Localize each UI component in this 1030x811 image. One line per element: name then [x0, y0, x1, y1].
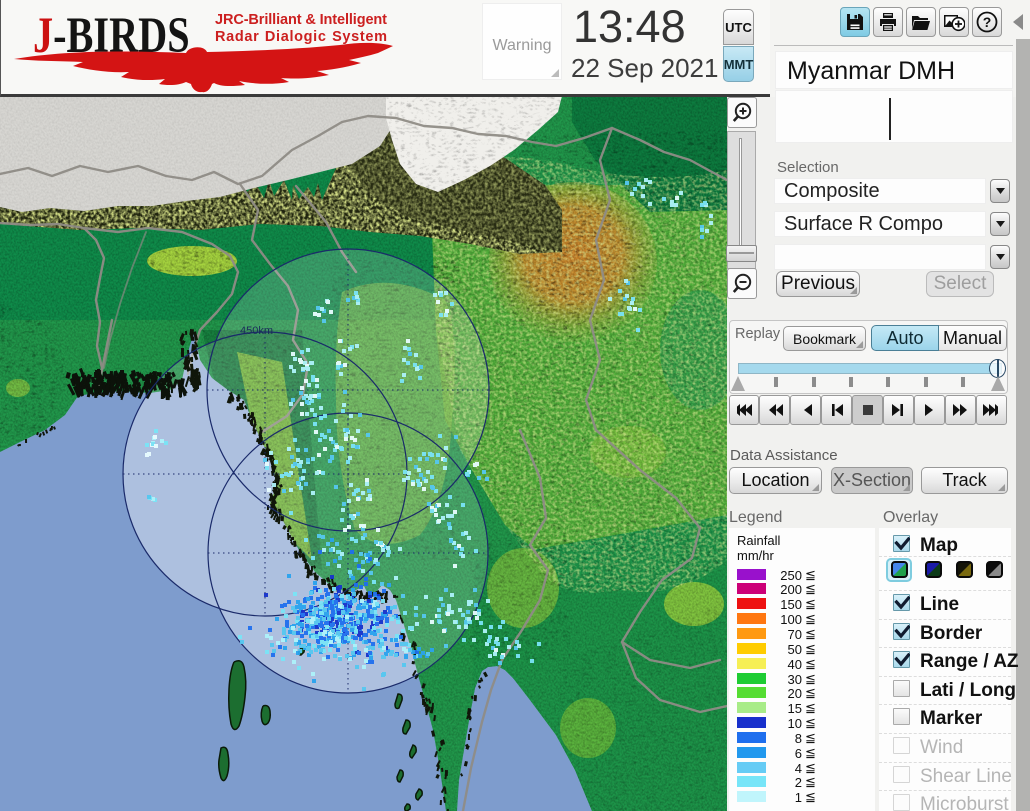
svg-text:Radar Dialogic System: Radar Dialogic System: [215, 29, 387, 45]
svg-text:JRC-Brilliant & Intelligent: JRC-Brilliant & Intelligent: [215, 12, 387, 28]
svg-text:?: ?: [983, 14, 992, 30]
svg-text:450km: 450km: [240, 325, 273, 337]
